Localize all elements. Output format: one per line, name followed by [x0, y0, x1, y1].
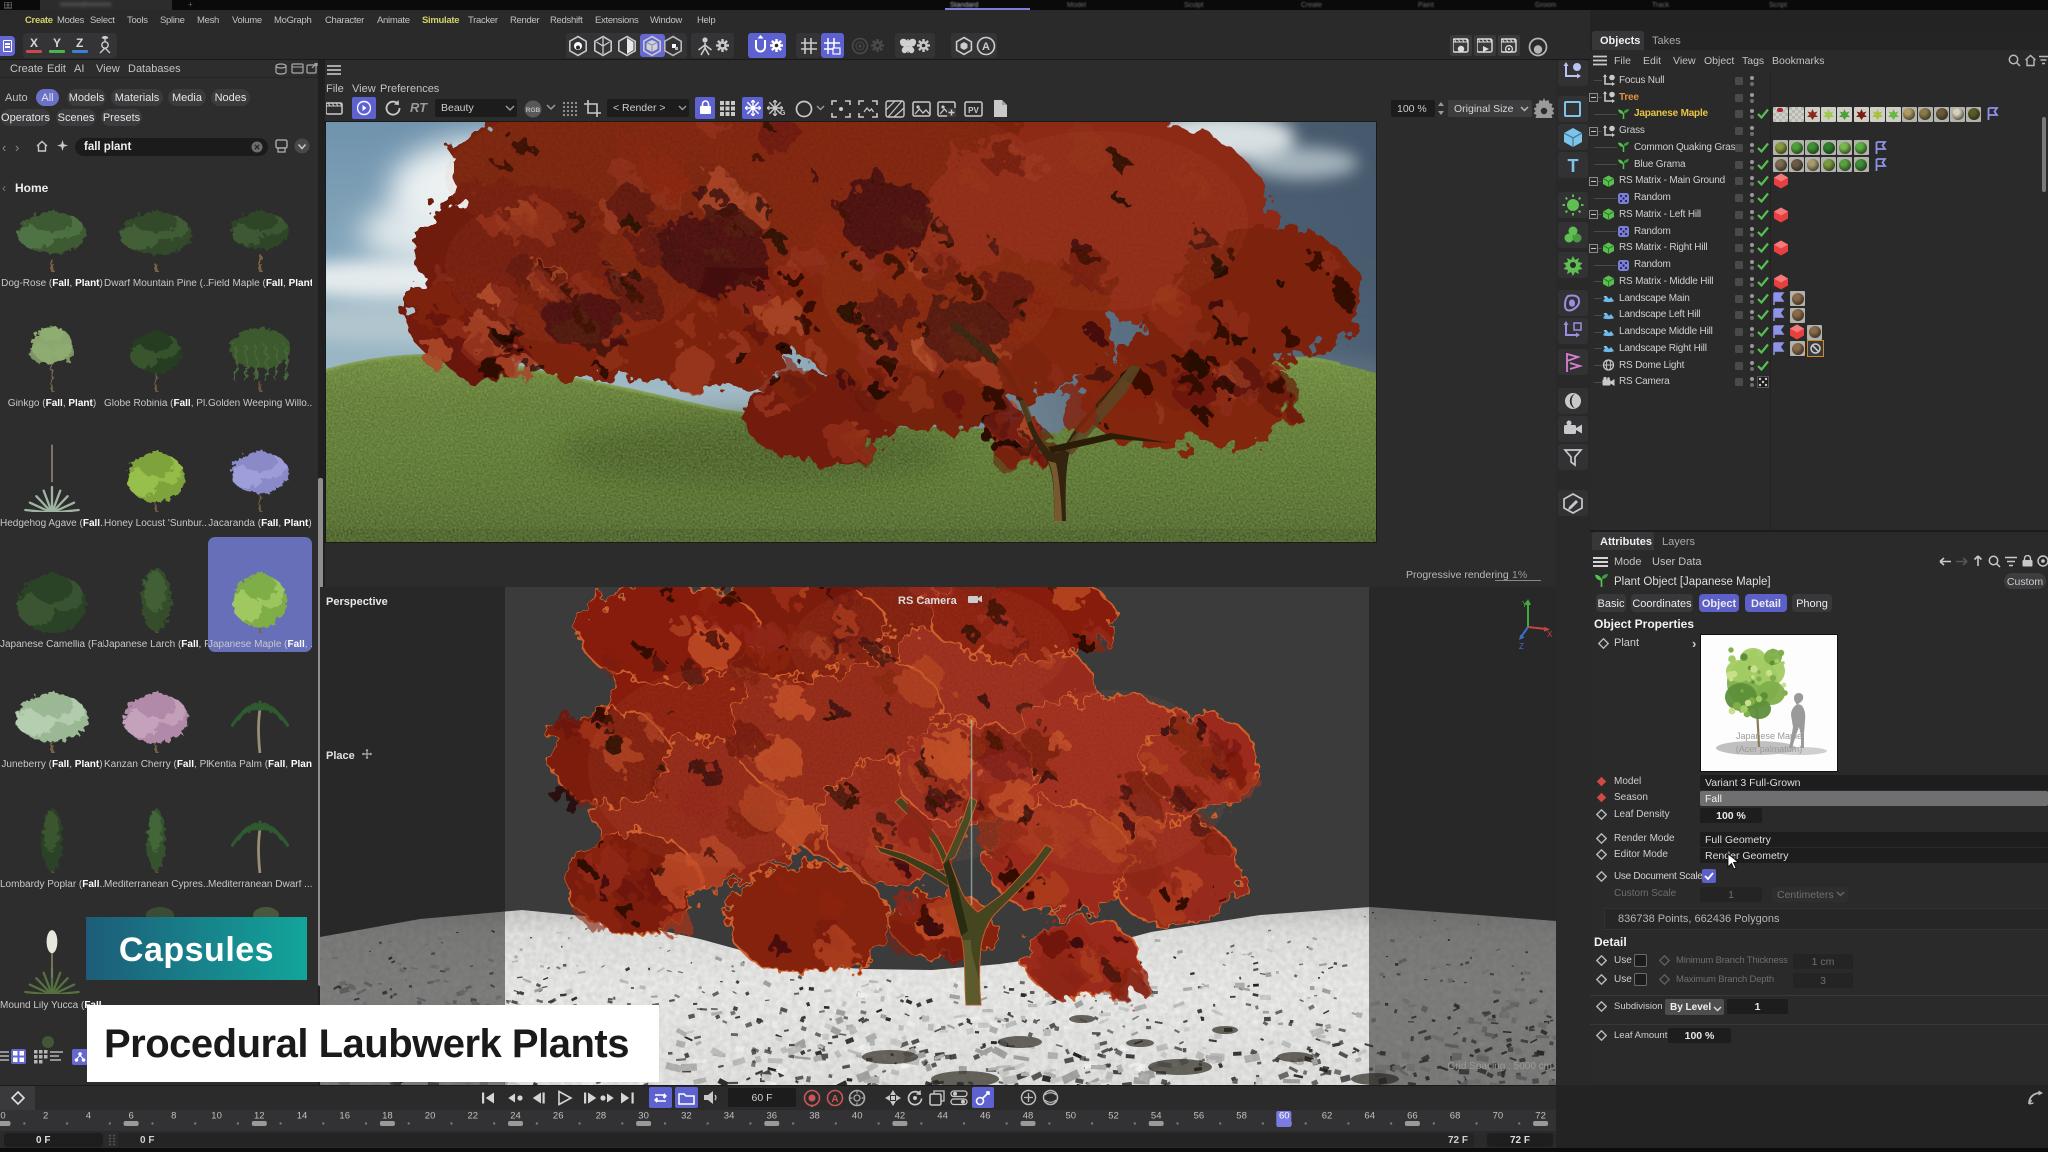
svg-text:68: 68: [1450, 1111, 1461, 1122]
svg-text:14: 14: [297, 1111, 308, 1122]
svg-text:46: 46: [980, 1111, 991, 1122]
svg-text:4: 4: [86, 1111, 91, 1122]
svg-text:6: 6: [128, 1111, 133, 1122]
svg-text:42: 42: [895, 1111, 906, 1122]
svg-text:64: 64: [1364, 1111, 1375, 1122]
svg-text:Y: Y: [1522, 600, 1528, 609]
svg-text:34: 34: [724, 1111, 735, 1122]
svg-text:60: 60: [1279, 1111, 1290, 1122]
svg-text:Japanese Maple: Japanese Maple: [1736, 731, 1802, 741]
svg-text:0: 0: [0, 1111, 5, 1122]
svg-text:2: 2: [43, 1111, 48, 1122]
svg-text:50: 50: [1066, 1111, 1077, 1122]
svg-text:RGB: RGB: [526, 107, 541, 114]
svg-text:Z: Z: [1519, 642, 1524, 651]
svg-text:T: T: [1568, 156, 1579, 176]
svg-text:Grid Spacing : 5000 cm: Grid Spacing : 5000 cm: [1448, 1061, 1553, 1072]
svg-text:8: 8: [171, 1111, 176, 1122]
svg-text:PV: PV: [968, 106, 979, 115]
svg-text:44: 44: [937, 1111, 948, 1122]
svg-text:10: 10: [211, 1111, 222, 1122]
svg-text:36: 36: [767, 1111, 778, 1122]
svg-text:16: 16: [339, 1111, 350, 1122]
svg-text:28: 28: [596, 1111, 607, 1122]
svg-text:26: 26: [553, 1111, 564, 1122]
svg-text:32: 32: [681, 1111, 692, 1122]
svg-text:X: X: [1547, 630, 1553, 639]
svg-text:12: 12: [254, 1111, 265, 1122]
svg-text:RS Camera: RS Camera: [898, 595, 958, 607]
svg-text:20: 20: [425, 1111, 436, 1122]
svg-text:38: 38: [809, 1111, 820, 1122]
svg-text:22: 22: [468, 1111, 479, 1122]
svg-text:48: 48: [1023, 1111, 1034, 1122]
svg-text:66: 66: [1407, 1111, 1418, 1122]
svg-text:(Acer palmatum): (Acer palmatum): [1736, 744, 1803, 754]
svg-text:58: 58: [1236, 1111, 1247, 1122]
svg-text:52: 52: [1108, 1111, 1119, 1122]
svg-text:70: 70: [1493, 1111, 1504, 1122]
svg-text:24: 24: [510, 1111, 521, 1122]
svg-text:62: 62: [1322, 1111, 1333, 1122]
svg-text:A: A: [831, 1094, 838, 1105]
svg-text:Perspective: Perspective: [326, 596, 388, 608]
svg-text:18: 18: [382, 1111, 393, 1122]
svg-text:72: 72: [1535, 1111, 1546, 1122]
svg-text:A: A: [982, 41, 990, 53]
svg-text:40: 40: [852, 1111, 863, 1122]
svg-text:54: 54: [1151, 1111, 1162, 1122]
svg-text:Place: Place: [326, 750, 355, 762]
svg-text:30: 30: [638, 1111, 649, 1122]
svg-text:56: 56: [1194, 1111, 1205, 1122]
